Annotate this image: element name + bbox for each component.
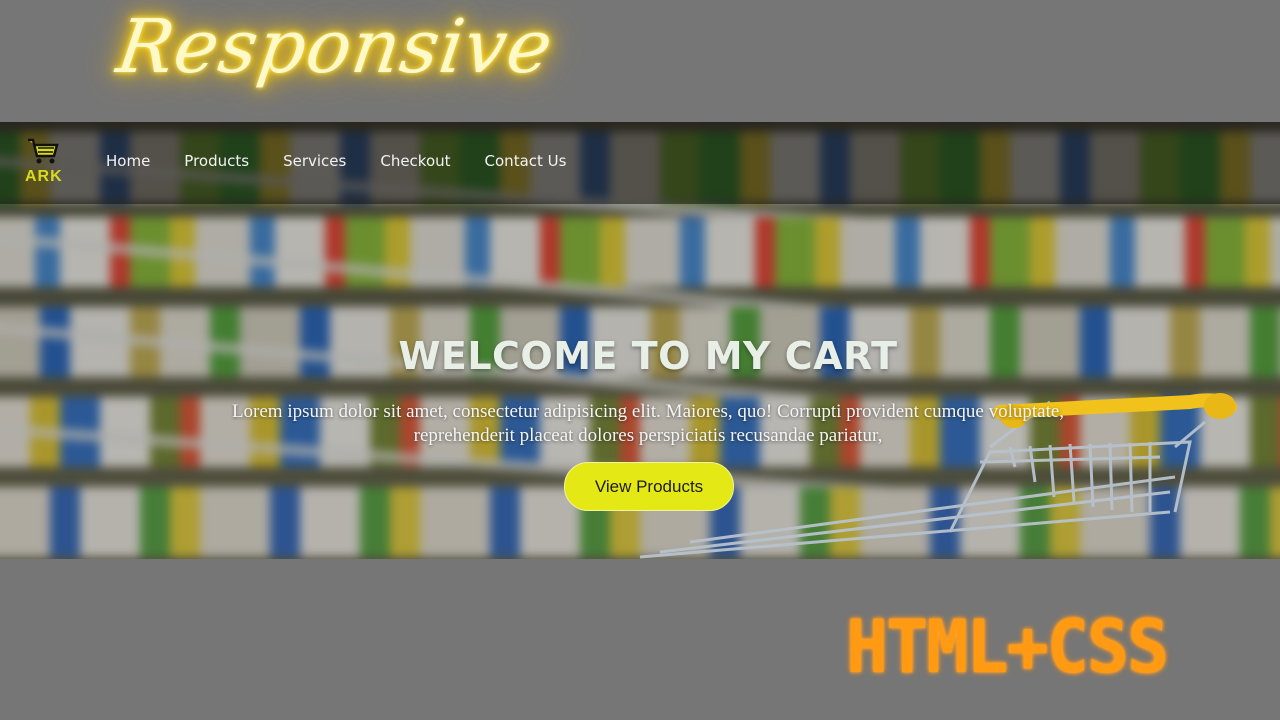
shopping-cart-icon [28,138,59,164]
logo-text: ARK [25,168,63,185]
nav-link-products[interactable]: Products [184,152,249,170]
promo-tech-label: HTML+CSS [846,603,1169,691]
hero-section: ARK Home Products Services Checkout Cont… [0,122,1280,559]
view-products-button[interactable]: View Products [564,462,734,511]
nav-link-services[interactable]: Services [283,152,346,170]
promo-script-title: Responsive [111,4,559,90]
nav-link-contact-us[interactable]: Contact Us [485,152,567,170]
nav-link-checkout[interactable]: Checkout [380,152,450,170]
hero-description-line-1: Lorem ipsum dolor sit amet, consectetur … [231,401,1065,422]
hero-description: Lorem ipsum dolor sit amet, consectetur … [180,400,1116,448]
nav-link-home[interactable]: Home [106,152,150,170]
nav-links: Home Products Services Checkout Contact … [106,152,600,170]
top-navbar: ARK Home Products Services Checkout Cont… [0,122,1280,204]
hero-description-line-2: reprehenderit placeat dolores perspiciat… [413,425,883,446]
hero-title: WELCOME TO MY CART [398,334,898,378]
brand-logo[interactable]: ARK [22,136,66,192]
